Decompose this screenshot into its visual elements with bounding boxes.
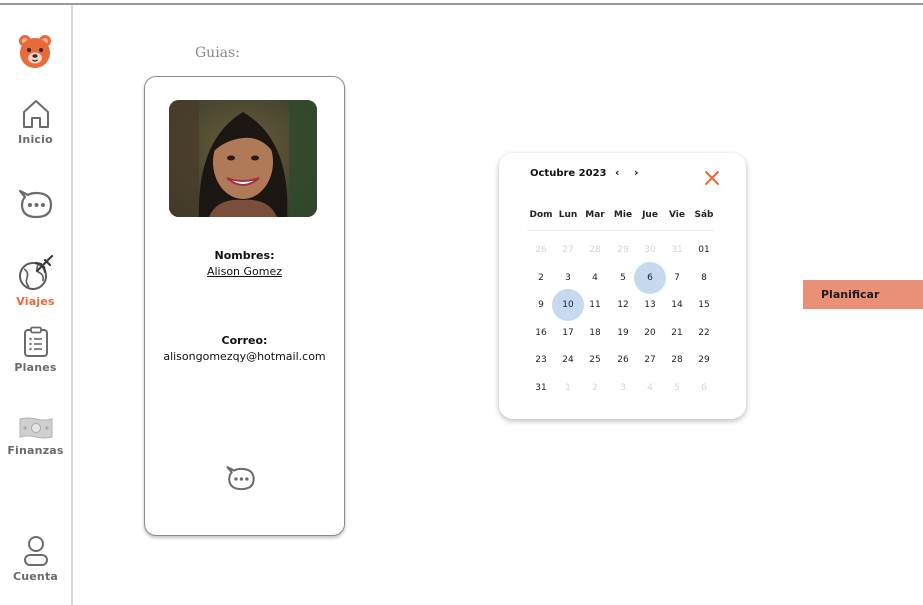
weekday-header: Sáb	[694, 210, 714, 220]
calendar-day[interactable]: 15	[690, 295, 718, 315]
calendar-day[interactable]: 12	[609, 295, 637, 315]
calendar-day[interactable]: 28	[581, 240, 609, 260]
calendar-day[interactable]: 14	[663, 295, 691, 315]
calendar-day[interactable]: 31	[663, 240, 691, 260]
user-icon	[23, 536, 48, 566]
calendar-day[interactable]: 30	[636, 240, 664, 260]
chat-icon[interactable]	[225, 463, 257, 495]
prev-month-button[interactable]: ‹	[615, 166, 620, 179]
calendar-day[interactable]: 01	[690, 240, 718, 260]
date-picker: Octubre 2023 ‹ › Dom Lun Mar Mie Jue Vie Sáb 2…	[499, 153, 746, 419]
calendar-day[interactable]: 25	[581, 350, 609, 370]
calendar-day[interactable]: 27	[554, 240, 582, 260]
calendar-day[interactable]: 16	[527, 323, 555, 343]
clipboard-icon	[23, 326, 48, 357]
sidebar: Inicio Viajes Planes Finanzas Cuenta	[0, 5, 73, 605]
calendar-divider	[527, 230, 714, 231]
calendar-day[interactable]: 11	[581, 295, 609, 315]
calendar-day[interactable]: 18	[581, 323, 609, 343]
calendar-day[interactable]: 6	[636, 268, 664, 288]
chat-icon	[18, 189, 52, 219]
calendar-day[interactable]: 13	[636, 295, 664, 315]
weekday-header: Dom	[529, 210, 553, 220]
calendar-month-title: Octubre 2023	[530, 168, 607, 179]
sidebar-item-viajes[interactable]: Viajes	[0, 252, 71, 308]
calendar-day[interactable]: 6	[690, 378, 718, 398]
planificar-button[interactable]: Planificar	[803, 280, 923, 309]
calendar-day[interactable]: 27	[636, 350, 664, 370]
calendar-day[interactable]: 10	[554, 295, 582, 315]
sidebar-item-cuenta[interactable]: Cuenta	[0, 535, 71, 583]
calendar-day[interactable]: 26	[527, 240, 555, 260]
calendar-day[interactable]: 2	[527, 268, 555, 288]
section-title: Guias:	[195, 45, 240, 61]
weekday-header: Vie	[669, 210, 685, 220]
calendar-day[interactable]: 4	[581, 268, 609, 288]
guide-photo	[169, 100, 317, 217]
calendar-day[interactable]: 7	[663, 268, 691, 288]
calendar-day[interactable]: 1	[554, 378, 582, 398]
calendar-day[interactable]: 3	[609, 378, 637, 398]
calendar-day[interactable]: 23	[527, 350, 555, 370]
guide-name-link[interactable]: Alison Gomez	[145, 265, 344, 278]
close-icon[interactable]	[704, 170, 720, 186]
sidebar-item-finanzas[interactable]: Finanzas	[0, 415, 71, 457]
calendar-day[interactable]: 20	[636, 323, 664, 343]
calendar-day[interactable]: 28	[663, 350, 691, 370]
sidebar-item-label: Planes	[14, 361, 57, 374]
sidebar-item-chat[interactable]	[0, 186, 71, 224]
calendar-day[interactable]: 26	[609, 350, 637, 370]
calendar-day[interactable]: 2	[581, 378, 609, 398]
calendar-day[interactable]: 8	[690, 268, 718, 288]
globe-plane-icon	[18, 254, 53, 290]
calendar-day[interactable]: 22	[690, 323, 718, 343]
top-border	[0, 3, 923, 5]
sidebar-item-inicio[interactable]: Inicio	[0, 98, 71, 146]
calendar-day[interactable]: 29	[690, 350, 718, 370]
sidebar-item-label: Finanzas	[7, 444, 64, 457]
weekday-header: Mar	[585, 210, 605, 220]
guide-card: Nombres: Alison Gomez Correo: alisongome…	[144, 76, 345, 536]
sidebar-item-label: Cuenta	[12, 570, 59, 583]
calendar-day[interactable]: 4	[636, 378, 664, 398]
calendar-day[interactable]: 5	[609, 268, 637, 288]
guide-email: alisongomezqy@hotmail.com	[163, 350, 326, 363]
home-icon	[22, 100, 49, 128]
calendar-day[interactable]: 31	[527, 378, 555, 398]
calendar-day[interactable]: 29	[609, 240, 637, 260]
weekday-header: Mie	[613, 210, 633, 220]
bear-logo-icon[interactable]	[17, 33, 53, 69]
weekday-header: Lun	[558, 210, 578, 220]
calendar-day[interactable]: 3	[554, 268, 582, 288]
calendar-day[interactable]: 19	[609, 323, 637, 343]
money-icon	[19, 417, 52, 439]
calendar-day[interactable]: 21	[663, 323, 691, 343]
calendar-day[interactable]: 24	[554, 350, 582, 370]
sidebar-item-label: Inicio	[18, 133, 53, 146]
weekday-header: Jue	[642, 210, 658, 220]
sidebar-item-planes[interactable]: Planes	[0, 326, 71, 374]
sidebar-item-label: Viajes	[16, 295, 55, 308]
calendar-day[interactable]: 5	[663, 378, 691, 398]
calendar-day[interactable]: 9	[527, 295, 555, 315]
next-month-button[interactable]: ›	[634, 166, 639, 179]
calendar-day[interactable]: 17	[554, 323, 582, 343]
email-label: Correo:	[221, 334, 268, 347]
name-label: Nombres:	[214, 249, 275, 262]
